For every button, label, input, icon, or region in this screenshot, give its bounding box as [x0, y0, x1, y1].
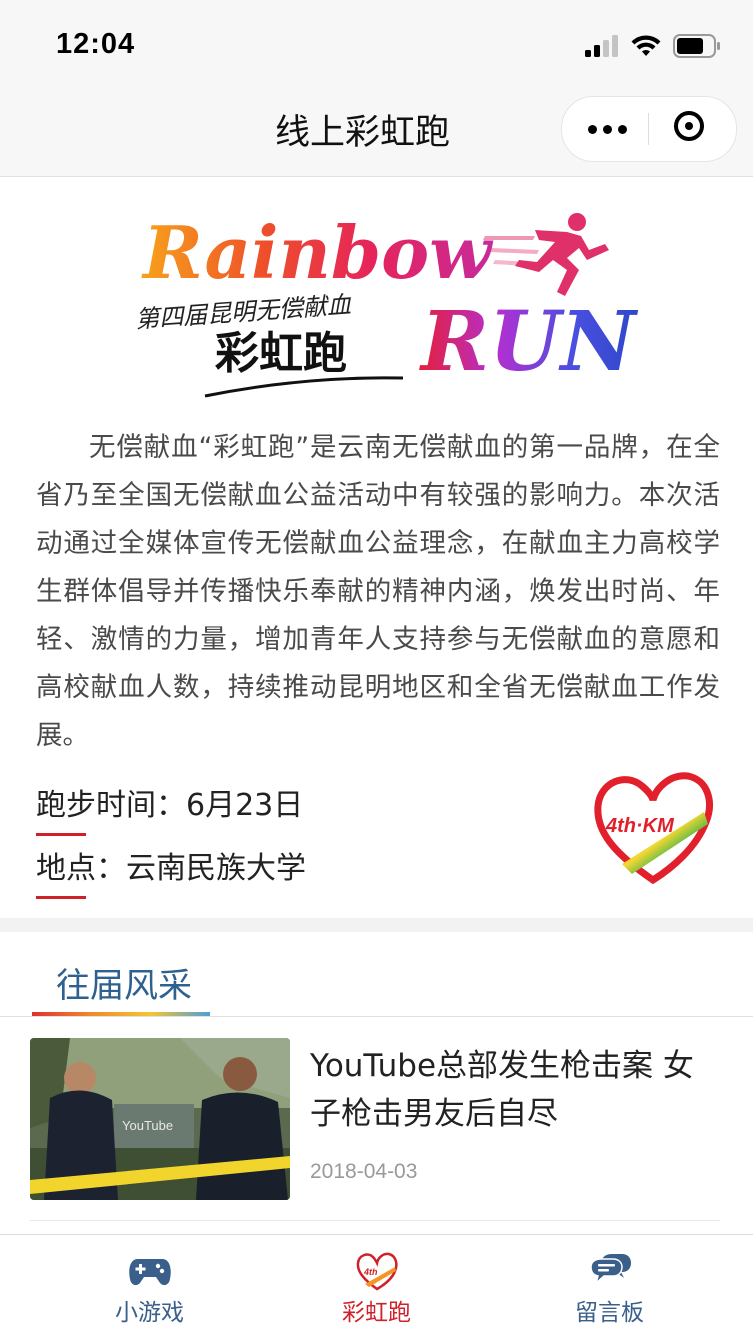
battery-icon: [673, 34, 720, 58]
miniprogram-capsule: [561, 96, 737, 162]
rainbow-run-banner: Rainbow 第四届昆明无偿献血 RUN 彩虹跑: [135, 210, 639, 398]
activity-description: 无偿献血“彩虹跑”是云南无偿献血的第一品牌，在全省乃至全国无偿献血公益活动中有较…: [36, 432, 720, 751]
tab-label-rainbow-run: 彩虹跑: [342, 1300, 411, 1326]
news-thumbnail: YouTube: [30, 1038, 290, 1200]
news-title[interactable]: YouTube总部发生枪击案 女子枪击男友后自尽: [310, 1042, 720, 1138]
chat-bubble-icon: [589, 1254, 631, 1286]
tab-label-mini-games: 小游戏: [115, 1300, 184, 1326]
nav-bar: 线上彩虹跑: [0, 92, 753, 177]
cellular-signal-icon: [585, 35, 618, 57]
more-icon[interactable]: [588, 125, 627, 134]
rainbow-heart-icon: 4th: [356, 1252, 398, 1291]
section-divider: [0, 918, 753, 932]
tab-rainbow-run[interactable]: 4th 彩虹跑: [251, 1235, 502, 1335]
banner-word-rainbow: Rainbow: [141, 210, 494, 295]
capsule-divider: [648, 113, 649, 145]
status-time: 12:04: [56, 28, 136, 60]
section-header-line: [0, 1016, 753, 1017]
heart-logo-text: 4th·KM: [605, 815, 675, 837]
past-highlights-title: 往届风采: [56, 966, 192, 1006]
banner-word-run: RUN: [419, 294, 639, 390]
runner-icon: [483, 213, 609, 296]
run-time-label: 跑步时间：: [36, 780, 186, 836]
run-time-value: 6月23日: [186, 788, 304, 823]
status-bar: 12:04: [0, 0, 753, 92]
gamepad-icon: [128, 1259, 171, 1286]
news-date: 2018-04-03: [310, 1160, 418, 1183]
wifi-icon: [631, 35, 661, 56]
svg-text:4th: 4th: [363, 1267, 378, 1277]
banner-cn-title: 彩虹跑: [215, 328, 347, 379]
news-list-item[interactable]: YouTube YouTube总部发生枪击案 女子枪击男友后自尽 2018-04…: [30, 1038, 720, 1200]
run-time-row: 跑步时间：6月23日: [36, 780, 304, 836]
close-miniprogram-icon[interactable]: [674, 111, 704, 141]
4th-km-heart-logo: 4th·KM: [594, 772, 713, 885]
news-separator: [30, 1220, 720, 1221]
location-row: 地点：云南民族大学: [36, 843, 306, 899]
location-value: 云南民族大学: [126, 851, 306, 886]
tab-mini-games[interactable]: 小游戏: [24, 1235, 275, 1335]
location-label: 地点：: [36, 843, 126, 899]
bottom-tab-bar: 小游戏 4th 彩虹跑 留言板: [0, 1234, 753, 1335]
status-icons: [585, 32, 721, 60]
banner-brush-stroke: [204, 376, 404, 398]
tab-message-board[interactable]: 留言板: [484, 1235, 735, 1335]
tab-label-message-board: 留言板: [575, 1300, 644, 1326]
thumbnail-sign-text: YouTube: [122, 1118, 173, 1133]
